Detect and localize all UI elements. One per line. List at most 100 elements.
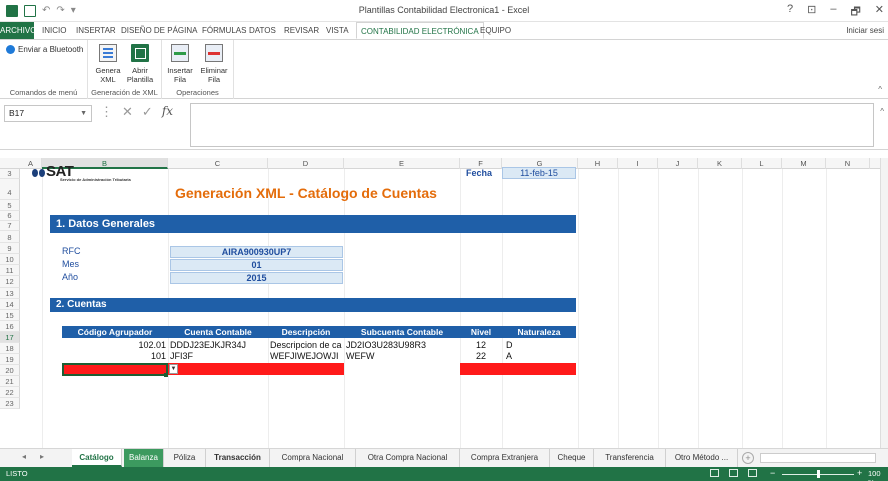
column-header-h[interactable]: H [578,158,618,169]
row-header-3[interactable]: 3 [0,169,20,179]
row-header-6[interactable]: 6 [0,211,20,221]
sheet-tab-transferencia[interactable]: Transferencia [594,449,666,467]
name-box[interactable]: B17 ▼ [4,105,92,122]
tab-formulas[interactable]: FÓRMULAS [198,22,250,39]
row-header-20[interactable]: 20 [0,365,20,376]
add-sheet-icon[interactable]: + [742,452,754,464]
required-cell-nivel-naturaleza[interactable] [460,363,576,375]
row-header-19[interactable]: 19 [0,354,20,365]
minimize-icon[interactable]: – [830,3,836,22]
column-header-m[interactable]: M [782,158,826,169]
cell-codigo[interactable]: 101 [62,351,166,362]
insertar-fila-button[interactable]: Insertar Fila [166,44,194,84]
row-header-18[interactable]: 18 [0,343,20,354]
row-header-22[interactable]: 22 [0,387,20,398]
row-header-21[interactable]: 21 [0,376,20,387]
cell-dropdown-button[interactable]: ▼ [169,364,178,374]
close-icon[interactable]: ✕ [875,3,884,22]
help-icon[interactable]: ? [787,3,793,22]
active-cell-b17[interactable] [62,363,168,376]
tab-diseno-pagina[interactable]: DISEÑO DE PÁGINA [117,22,201,39]
column-header-d[interactable]: D [268,158,344,169]
row-header-8[interactable]: 8 [0,231,20,243]
cell-descripcion[interactable]: Descripcion de ca [270,340,344,351]
abrir-plantilla-button[interactable]: Abrir Plantilla [126,44,154,84]
prev-sheet-icon[interactable]: ◂ [22,452,26,461]
column-header-a[interactable]: A [20,158,42,169]
sheet-tab-transaccion[interactable]: Transacción [206,449,270,467]
formula-input[interactable] [190,103,874,147]
column-header-c[interactable]: C [168,158,268,169]
sheet-tab-otra-compra-nacional[interactable]: Otra Compra Nacional [356,449,460,467]
row-header-10[interactable]: 10 [0,254,20,265]
row-header-15[interactable]: 15 [0,310,20,321]
fill-handle[interactable] [164,373,168,377]
restore-icon[interactable]: 🗗 [850,3,860,22]
column-header-j[interactable]: J [658,158,698,169]
enter-icon[interactable]: ✓ [142,104,153,120]
enviar-bluetooth-button[interactable]: Enviar a Bluetooth [6,45,83,54]
cell-nivel[interactable]: 22 [476,351,500,362]
tab-revisar[interactable]: REVISAR [280,22,323,39]
zoom-in-icon[interactable]: + [857,468,862,478]
sheet-tab-compra-nacional[interactable]: Compra Nacional [270,449,356,467]
genera-xml-button[interactable]: Genera XML [94,44,122,84]
column-header-l[interactable]: L [742,158,782,169]
rfc-cell[interactable]: AIRA900930UP7 [170,246,343,258]
worksheet-grid[interactable]: A B C D E F G H I J K L M N 3 4 5 6 7 8 … [0,150,888,448]
tab-archivo[interactable]: ARCHIVO [0,22,36,39]
row-header-23[interactable]: 23 [0,398,20,409]
normal-view-icon[interactable] [710,469,719,477]
mes-cell[interactable]: 01 [170,259,343,271]
row-header-14[interactable]: 14 [0,299,20,310]
cell-codigo[interactable]: 102.01 [62,340,166,351]
column-header-e[interactable]: E [344,158,460,169]
sheet-tab-compra-extranjera[interactable]: Compra Extranjera [460,449,550,467]
eliminar-fila-button[interactable]: Eliminar Fila [200,44,228,84]
required-cell-cuenta-descripcion[interactable] [168,363,344,375]
row-header-17[interactable]: 17 [0,332,20,343]
row-header-5[interactable]: 5 [0,200,20,211]
column-header-n[interactable]: N [826,158,870,169]
column-header-k[interactable]: K [698,158,742,169]
tab-vista[interactable]: VISTA [322,22,353,39]
sheet-tab-otro-metodo[interactable]: Otro Método ... [666,449,738,467]
collapse-ribbon-icon[interactable]: ^ [878,85,882,94]
ano-cell[interactable]: 2015 [170,272,343,284]
sheet-tab-balanza[interactable]: Balanza [124,449,164,467]
row-header-7[interactable]: 7 [0,221,20,231]
tab-inicio[interactable]: INICIO [38,22,70,39]
column-header-i[interactable]: I [618,158,658,169]
expand-formula-icon[interactable]: ^ [880,107,884,116]
cell-naturaleza[interactable]: A [506,351,546,362]
sheet-tab-catalogo[interactable]: Catálogo [72,449,122,467]
sheet-tab-poliza[interactable]: Póliza [164,449,206,467]
tab-contabilidad-electronica[interactable]: CONTABILIDAD ELECTRÓNICA [356,22,484,39]
chevron-down-icon[interactable]: ▼ [80,106,87,121]
sign-in-link[interactable]: Iniciar sesi [846,22,884,39]
row-header-16[interactable]: 16 [0,321,20,332]
cell-naturaleza[interactable]: D [506,340,546,351]
tab-datos[interactable]: DATOS [245,22,280,39]
row-header-4[interactable]: 4 [0,179,20,200]
tab-equipo[interactable]: EQUIPO [476,22,515,39]
page-break-view-icon[interactable] [748,469,757,477]
cell-nivel[interactable]: 12 [476,340,500,351]
cell-cuenta[interactable]: DDDJ23EJKJR34J [170,340,268,351]
page-layout-view-icon[interactable] [729,469,738,477]
cell-subcuenta[interactable]: WEFW [346,351,460,362]
zoom-out-icon[interactable]: − [770,468,775,478]
fecha-cell[interactable]: 11-feb-15 [502,167,576,179]
row-header-13[interactable]: 13 [0,288,20,299]
zoom-slider-handle[interactable] [817,470,820,478]
cell-cuenta[interactable]: JFI3F [170,351,268,362]
ribbon-display-icon[interactable]: ⊡ [807,3,816,22]
zoom-level[interactable]: 100 % [868,469,888,481]
cell-subcuenta[interactable]: JD2IO3U283U98R3 [346,340,460,351]
horizontal-scrollbar[interactable] [760,453,876,463]
tab-insertar[interactable]: INSERTAR [72,22,120,39]
insert-function-icon[interactable]: fx [162,104,173,120]
vertical-scrollbar[interactable] [880,158,888,448]
cell-descripcion[interactable]: WEFJIWEJOWJI [270,351,344,362]
next-sheet-icon[interactable]: ▸ [40,452,44,461]
